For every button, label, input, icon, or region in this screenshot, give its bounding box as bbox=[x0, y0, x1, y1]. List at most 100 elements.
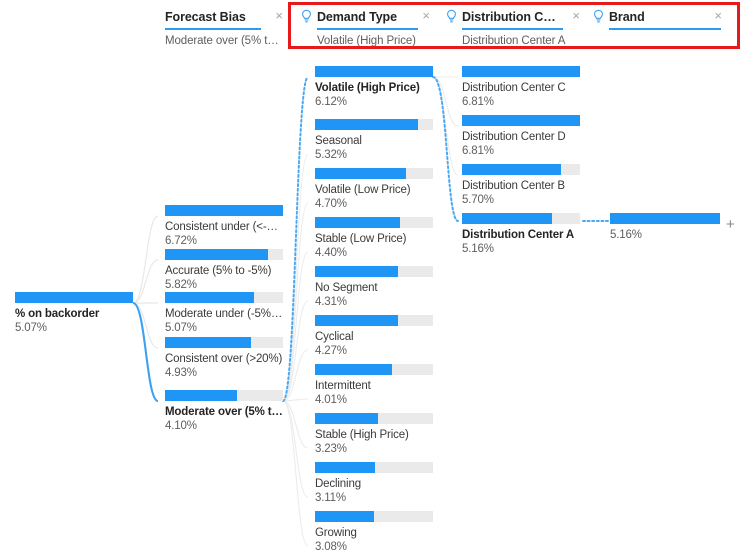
node-bar-track bbox=[315, 511, 433, 522]
lightbulb-icon[interactable] bbox=[592, 9, 605, 24]
close-icon[interactable]: × bbox=[275, 9, 283, 23]
tree-node-consistent-under[interactable]: Consistent under (<-2… 6.72% bbox=[165, 205, 283, 248]
tree-node-growing[interactable]: Growing 3.08% bbox=[315, 511, 433, 554]
tree-node-distribution-center-c[interactable]: Distribution Center C 6.81% bbox=[462, 66, 580, 109]
tree-node-stable-high-price[interactable]: Stable (High Price) 3.23% bbox=[315, 413, 433, 456]
node-bar-fill bbox=[165, 337, 252, 348]
node-bar-fill bbox=[315, 168, 406, 179]
expand-level-button[interactable]: + bbox=[726, 217, 735, 232]
node-label: Growing bbox=[315, 527, 357, 539]
tree-node-distribution-center-b[interactable]: Distribution Center B 5.70% bbox=[462, 164, 580, 207]
node-bar-track bbox=[165, 205, 283, 216]
close-icon[interactable]: × bbox=[572, 9, 580, 23]
tree-node-no-segment[interactable]: No Segment 4.31% bbox=[315, 266, 433, 309]
node-bar-track bbox=[610, 213, 720, 224]
node-bar-fill bbox=[610, 213, 720, 224]
node-bar-track bbox=[315, 364, 433, 375]
node-value: 6.81% bbox=[462, 96, 494, 108]
node-value: 5.16% bbox=[462, 243, 494, 255]
level-subtitle: Distribution Center A bbox=[462, 34, 566, 47]
node-value: 4.10% bbox=[165, 420, 197, 432]
node-label: No Segment bbox=[315, 282, 378, 294]
level-underline bbox=[165, 28, 261, 30]
node-bar-track bbox=[165, 390, 283, 401]
node-value: 3.08% bbox=[315, 541, 347, 553]
node-value: 4.31% bbox=[315, 296, 347, 308]
node-value: 3.11% bbox=[315, 492, 347, 504]
node-label: Consistent over (>20%) bbox=[165, 353, 283, 365]
node-bar-track bbox=[462, 66, 580, 77]
node-value: 4.40% bbox=[315, 247, 347, 259]
node-label: Stable (High Price) bbox=[315, 429, 409, 441]
node-label: Stable (Low Price) bbox=[315, 233, 407, 245]
tree-node-consistent-over[interactable]: Consistent over (>20%) 4.93% bbox=[165, 337, 283, 380]
node-value: 5.16% bbox=[610, 229, 642, 241]
node-bar-fill bbox=[462, 213, 552, 224]
level-title: Brand bbox=[609, 10, 645, 24]
node-value: 4.01% bbox=[315, 394, 347, 406]
node-label: Moderate over (5% t… bbox=[165, 406, 283, 418]
node-bar-fill bbox=[315, 462, 376, 473]
node-label: Declining bbox=[315, 478, 361, 490]
tree-node-stable-low-price[interactable]: Stable (Low Price) 4.40% bbox=[315, 217, 433, 260]
tree-node-distribution-center-a[interactable]: Distribution Center A 5.16% bbox=[462, 213, 580, 256]
node-bar-fill bbox=[315, 119, 418, 130]
level-subtitle: Volatile (High Price) bbox=[317, 34, 416, 47]
node-bar-track bbox=[315, 217, 433, 228]
node-bar-track bbox=[315, 315, 433, 326]
level-title: Distribution Cent… bbox=[462, 10, 558, 24]
tree-node-intermittent[interactable]: Intermittent 4.01% bbox=[315, 364, 433, 407]
node-label: Accurate (5% to -5%) bbox=[165, 265, 272, 277]
tree-node-distribution-center-d[interactable]: Distribution Center D 6.81% bbox=[462, 115, 580, 158]
node-bar-fill bbox=[315, 413, 378, 424]
lightbulb-icon[interactable] bbox=[300, 9, 313, 24]
node-label: Volatile (Low Price) bbox=[315, 184, 411, 196]
node-bar-fill bbox=[165, 205, 283, 216]
node-label: Intermittent bbox=[315, 380, 371, 392]
level-header-distribution-center[interactable]: Distribution Cent… × Distribution Center… bbox=[445, 8, 580, 48]
node-value: 6.72% bbox=[165, 235, 197, 247]
level-header-forecast-bias[interactable]: Forecast Bias × Moderate over (5% to … bbox=[165, 8, 283, 48]
node-bar-track bbox=[315, 462, 433, 473]
close-icon[interactable]: × bbox=[714, 9, 722, 23]
node-bar-fill bbox=[315, 511, 374, 522]
node-bar-track bbox=[165, 292, 283, 303]
tree-node-accurate[interactable]: Accurate (5% to -5%) 5.82% bbox=[165, 249, 283, 292]
level-header-demand-type[interactable]: Demand Type × Volatile (High Price) bbox=[300, 8, 430, 48]
node-value: 4.93% bbox=[165, 367, 197, 379]
tree-node-seasonal[interactable]: Seasonal 5.32% bbox=[315, 119, 433, 162]
tree-node-brand-total[interactable]: 5.16% bbox=[610, 213, 720, 242]
level-header-bar: Forecast Bias × Moderate over (5% to … D… bbox=[0, 0, 750, 52]
tree-node-volatile-high-price[interactable]: Volatile (High Price) 6.12% bbox=[315, 66, 433, 109]
node-bar-track bbox=[315, 266, 433, 277]
tree-node-declining[interactable]: Declining 3.11% bbox=[315, 462, 433, 505]
tree-node-root[interactable]: % on backorder 5.07% bbox=[15, 292, 133, 335]
level-title: Forecast Bias bbox=[165, 10, 246, 24]
node-bar-fill bbox=[315, 266, 398, 277]
decomposition-tree-visual: Forecast Bias × Moderate over (5% to … D… bbox=[0, 0, 750, 560]
node-value: 4.27% bbox=[315, 345, 347, 357]
lightbulb-icon[interactable] bbox=[445, 9, 458, 24]
node-bar-fill bbox=[15, 292, 133, 303]
node-value: 5.82% bbox=[165, 279, 197, 291]
tree-node-cyclical[interactable]: Cyclical 4.27% bbox=[315, 315, 433, 358]
node-value: 6.12% bbox=[315, 96, 347, 108]
level-header-brand[interactable]: Brand × bbox=[592, 8, 722, 48]
level-subtitle: Moderate over (5% to … bbox=[165, 34, 283, 47]
tree-node-moderate-over[interactable]: Moderate over (5% t… 4.10% bbox=[165, 390, 283, 433]
tree-node-moderate-under[interactable]: Moderate under (-5% … 5.07% bbox=[165, 292, 283, 335]
node-label: Distribution Center B bbox=[462, 180, 565, 192]
node-label: Distribution Center C bbox=[462, 82, 566, 94]
node-bar-fill bbox=[462, 115, 580, 126]
node-label: Moderate under (-5% … bbox=[165, 308, 283, 320]
node-label: Distribution Center A bbox=[462, 229, 575, 241]
node-value: 6.81% bbox=[462, 145, 494, 157]
close-icon[interactable]: × bbox=[422, 9, 430, 23]
node-bar-fill bbox=[165, 292, 254, 303]
node-bar-track bbox=[462, 213, 580, 224]
node-bar-track bbox=[462, 164, 580, 175]
level-underline bbox=[317, 28, 418, 30]
tree-node-volatile-low-price[interactable]: Volatile (Low Price) 4.70% bbox=[315, 168, 433, 211]
level-underline bbox=[462, 28, 563, 30]
node-bar-track bbox=[165, 249, 283, 260]
